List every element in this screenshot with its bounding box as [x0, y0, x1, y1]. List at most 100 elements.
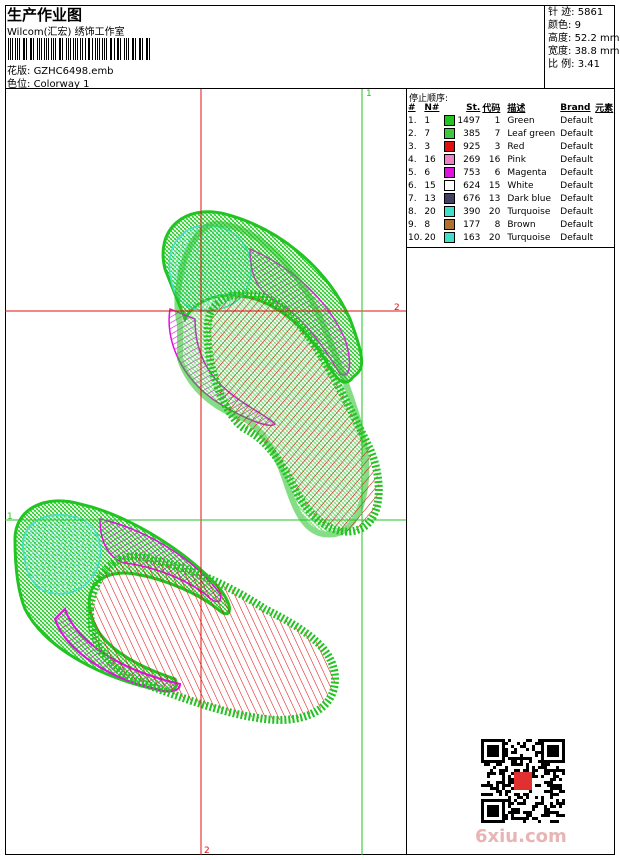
- row-brand: Default: [560, 180, 594, 191]
- qr-module: [493, 787, 496, 790]
- color-swatch: [444, 167, 456, 178]
- qr-module: [517, 763, 520, 766]
- row-desc: White: [507, 180, 534, 191]
- barcode-bar: [26, 38, 27, 60]
- barcode-bar: [47, 38, 49, 60]
- qr-module: [529, 739, 532, 742]
- qr-module: [559, 787, 562, 790]
- qr-module: [514, 808, 517, 811]
- color-swatch: [444, 180, 456, 191]
- qr-module: [496, 763, 499, 766]
- row-needle: 20: [424, 232, 436, 243]
- row-code: 1: [494, 115, 501, 126]
- qr-module: [511, 757, 514, 760]
- qr-module: [559, 784, 562, 787]
- table-row: 8. 20 390 20 Turquoise Default: [407, 205, 614, 218]
- qr-module: [529, 811, 532, 814]
- qr-module: [532, 766, 535, 769]
- col-stitches: St.: [466, 102, 481, 113]
- qr-module: [541, 775, 544, 778]
- col-element: 元素: [595, 104, 614, 114]
- qr-module: [526, 763, 529, 766]
- qr-module: [526, 793, 529, 796]
- table-row: 4. 16 269 16 Pink Default: [407, 153, 614, 166]
- qr-module: [532, 808, 535, 811]
- qr-finder-center: [487, 805, 499, 817]
- qr-module: [559, 769, 562, 772]
- guide-label-green-v: 1: [366, 89, 372, 99]
- table-row: 10. 20 163 20 Turquoise Default: [407, 231, 614, 244]
- qr-module: [508, 739, 511, 742]
- barcode-bar: [40, 38, 42, 60]
- qr-module: [550, 790, 553, 793]
- table-bottom-divider: [406, 247, 615, 248]
- qr-module: [562, 772, 565, 775]
- qr-module: [529, 790, 532, 793]
- stop-sequence-table: # N# St. 代码 描述 Brand 元素 1. 1 1497 1 Green Def…: [407, 101, 614, 244]
- stat-colors: 颜色: 9: [548, 20, 581, 31]
- table-row: 3. 3 925 3 Red Default: [407, 140, 614, 153]
- qr-module: [505, 769, 508, 772]
- row-element: [594, 192, 614, 205]
- qr-module: [538, 739, 541, 742]
- barcode-bar: [62, 38, 64, 60]
- qr-module: [508, 799, 511, 802]
- table-row: 5. 6 753 6 Magenta Default: [407, 166, 614, 179]
- barcode-bar: [103, 38, 105, 60]
- barcode-bar: [135, 38, 136, 60]
- qr-module: [547, 772, 550, 775]
- qr-module: [544, 808, 547, 811]
- col-code: 代码: [482, 104, 501, 114]
- qr-module: [499, 781, 502, 784]
- color-swatch: [444, 232, 456, 243]
- qr-module: [514, 751, 517, 754]
- qr-module: [541, 763, 544, 766]
- stats-divider: [544, 5, 545, 89]
- qr-module: [514, 817, 517, 820]
- qr-module: [505, 742, 508, 745]
- qr-module: [532, 745, 535, 748]
- row-code: 3: [494, 141, 501, 152]
- row-brand: Default: [560, 206, 594, 217]
- qr-module: [523, 811, 526, 814]
- row-element: [594, 127, 614, 140]
- qr-module: [502, 784, 505, 787]
- qr-module: [511, 781, 514, 784]
- qr-module: [517, 742, 520, 745]
- row-index: 8.: [408, 206, 417, 217]
- qr-module: [538, 802, 541, 805]
- row-swatch: [443, 114, 456, 127]
- row-stitches: 385: [463, 128, 481, 139]
- qr-module: [499, 790, 502, 793]
- qr-module: [508, 790, 511, 793]
- qr-module: [541, 814, 544, 817]
- qr-module: [550, 820, 553, 823]
- row-swatch: [443, 205, 456, 218]
- production-worksheet: 生产作业图 Wilcom(汇宏) 绣饰工作室 花版: GZHC6498.emb …: [0, 0, 620, 860]
- qr-module: [556, 784, 559, 787]
- qr-module: [493, 772, 496, 775]
- qr-module: [499, 772, 502, 775]
- qr-module: [511, 760, 514, 763]
- qr-module: [535, 817, 538, 820]
- qr-module: [511, 811, 514, 814]
- qr-module: [526, 811, 529, 814]
- qr-module: [544, 769, 547, 772]
- row-element: [594, 179, 614, 192]
- qr-module: [511, 745, 514, 748]
- qr-module: [517, 793, 520, 796]
- row-stitches: 390: [463, 206, 481, 217]
- row-needle: 8: [424, 219, 431, 230]
- qr-module: [535, 742, 538, 745]
- qr-module: [538, 820, 541, 823]
- qr-module: [538, 742, 541, 745]
- qr-module: [520, 796, 523, 799]
- qr-module: [511, 787, 514, 790]
- qr-module: [490, 787, 493, 790]
- qr-module: [529, 814, 532, 817]
- qr-module: [541, 796, 544, 799]
- qr-module: [553, 793, 556, 796]
- row-swatch: [443, 218, 456, 231]
- barcode-bar: [51, 38, 53, 60]
- qr-module: [490, 793, 493, 796]
